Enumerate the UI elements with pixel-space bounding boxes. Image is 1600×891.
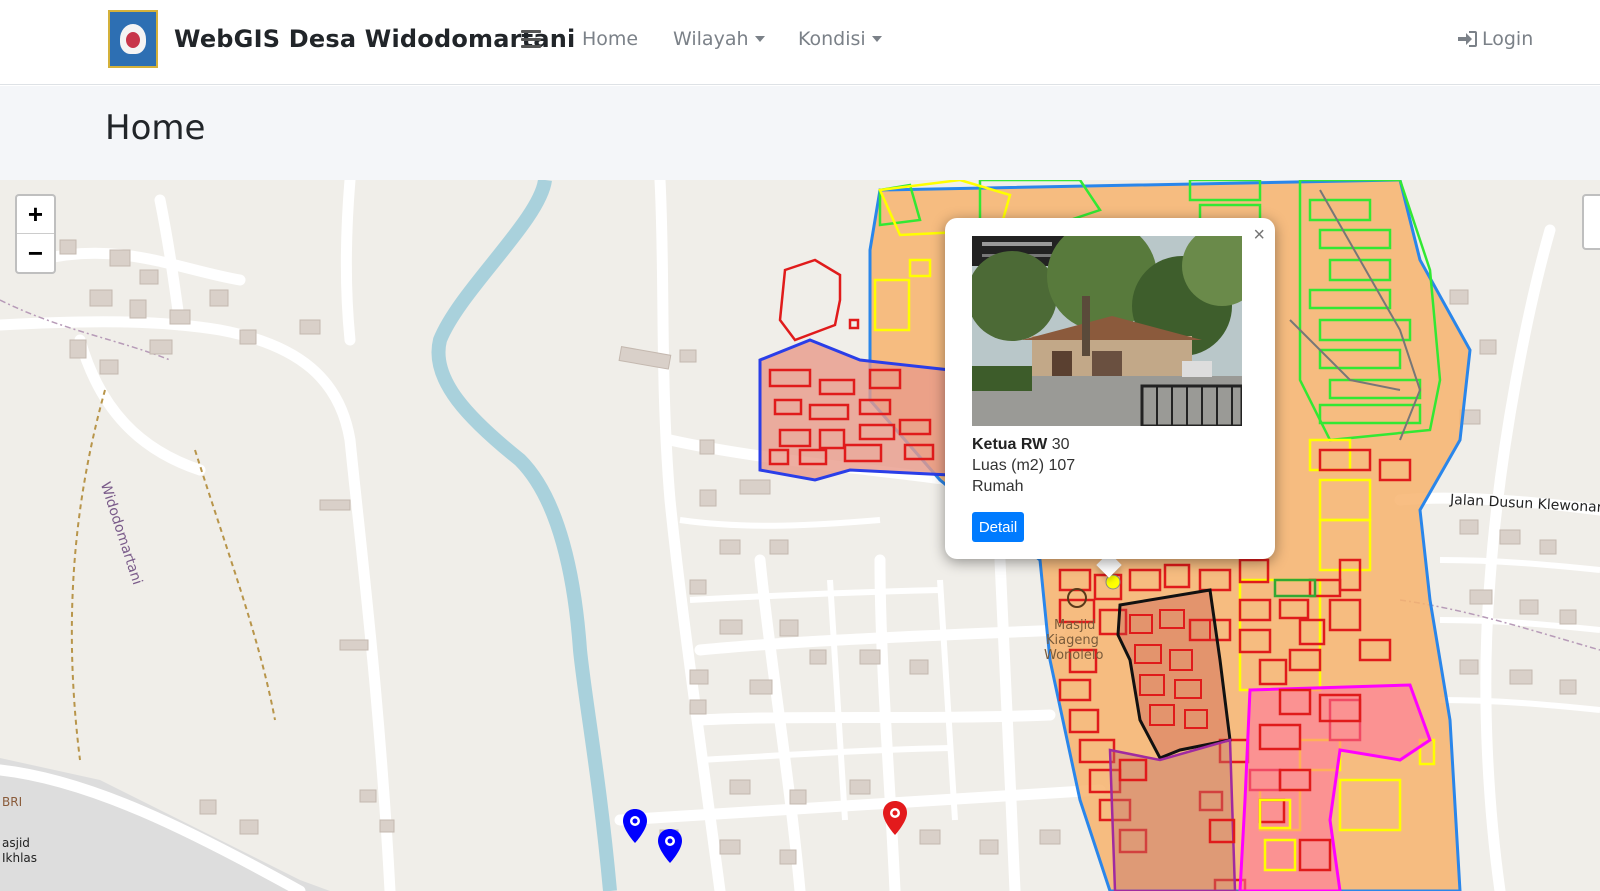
brand[interactable]: WebGIS Desa Widodomartani — [108, 10, 575, 68]
zoom-in-button[interactable]: + — [17, 196, 54, 234]
poi-label-kiageng: Kiageng — [1046, 633, 1099, 648]
poi-label-bri: BRI — [2, 795, 23, 809]
nav-wilayah-dropdown[interactable]: Wilayah — [673, 28, 765, 50]
popup-close-button[interactable]: × — [1253, 224, 1265, 247]
map-canvas[interactable]: Widodomartani Jalan Dusun Klewonan Masji… — [0, 180, 1600, 891]
brand-title: WebGIS Desa Widodomartani — [174, 25, 576, 53]
feature-popup: × Ketua RW 30 Luas (m2) 107 Rumah Detail — [945, 218, 1275, 559]
menu-toggle-icon[interactable] — [521, 30, 541, 48]
page-title: Home — [105, 108, 206, 148]
nav-home[interactable]: Home — [582, 28, 638, 50]
poi-label-masjid: Masjid — [1054, 618, 1096, 633]
caret-down-icon — [871, 36, 882, 42]
nav-kondisi-dropdown[interactable]: Kondisi — [798, 28, 882, 50]
popup-area-value: 107 — [1048, 457, 1076, 474]
zoom-control: + − — [15, 194, 56, 274]
nav-kondisi-label: Kondisi — [798, 28, 866, 50]
content-header: Home — [0, 86, 1600, 180]
popup-area-label: Luas (m2) — [972, 457, 1045, 474]
popup-title-value: 30 — [1051, 436, 1070, 453]
nav-wilayah-label: Wilayah — [673, 28, 749, 50]
popup-content: Ketua RW 30 Luas (m2) 107 Rumah — [972, 434, 1075, 497]
navbar: WebGIS Desa Widodomartani Home Wilayah K… — [0, 0, 1600, 85]
map-base-layer — [0, 180, 1600, 891]
poi-label-masjid-b1: asjid — [2, 836, 30, 850]
village-logo — [108, 10, 158, 68]
login-label: Login — [1482, 28, 1534, 50]
poi-label-wonolelo: Wonolelo — [1044, 648, 1104, 663]
poi-label-masjid-b2: Ikhlas — [2, 851, 38, 865]
sign-in-icon — [1458, 31, 1477, 47]
caret-down-icon — [754, 36, 765, 42]
map-marker-blue-icon[interactable] — [657, 828, 683, 864]
map-marker-blue-icon[interactable] — [622, 808, 648, 844]
popup-type: Rumah — [972, 478, 1024, 495]
detail-button[interactable]: Detail — [972, 512, 1024, 542]
popup-title-label: Ketua RW — [972, 436, 1048, 453]
house-photo — [972, 236, 1242, 426]
layers-control-button[interactable] — [1582, 194, 1600, 250]
zoom-out-button[interactable]: − — [17, 234, 54, 272]
login-link[interactable]: Login — [1456, 28, 1533, 50]
map-marker-red-icon[interactable] — [882, 800, 908, 836]
